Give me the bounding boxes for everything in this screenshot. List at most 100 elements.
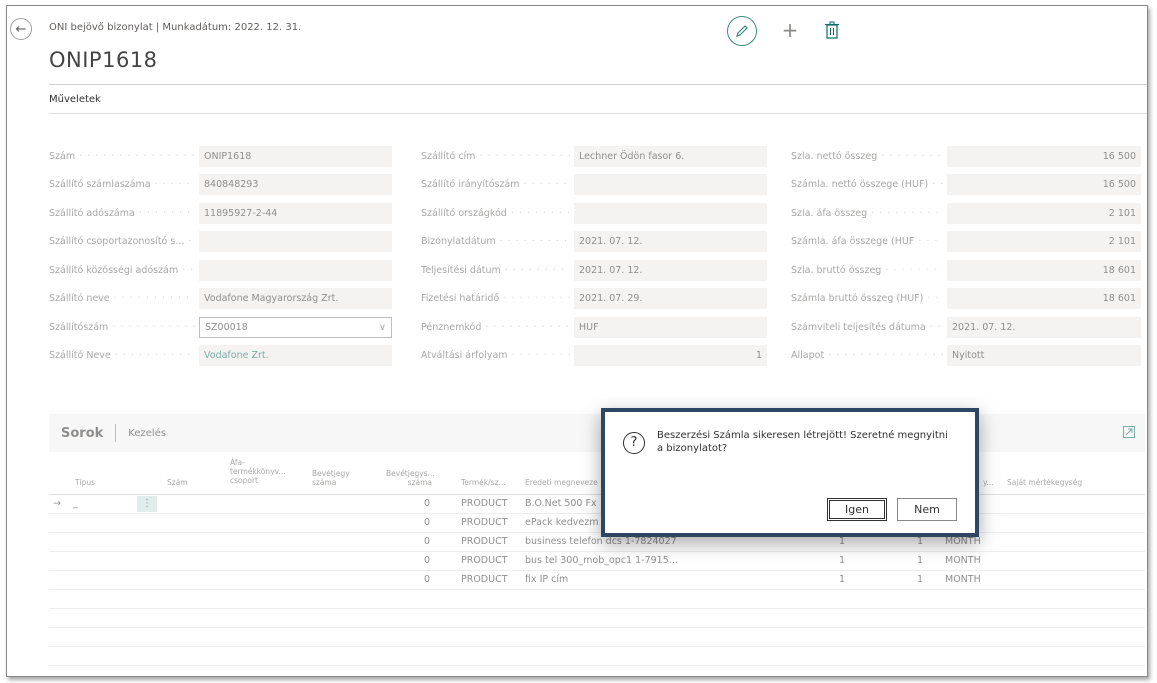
field-label: Szla. áfa összeg · · · · · · · · · · · ·… [791,207,943,219]
cell-bevetjegys: 0 [424,498,431,509]
cell-termek: PRODUCT [461,498,508,509]
field-label: Szla. bruttó összeg · · · · · · · · · · … [791,264,943,276]
column-header-afa[interactable]: Áfa-termékkönyv... csoport [230,458,294,485]
field-value[interactable]: Vodafone Magyarország Zrt. [199,288,392,310]
question-icon: ? [623,432,645,454]
field-label: Szállító közösségi adószám · · · · · · ·… [49,264,195,276]
field-value[interactable] [574,202,767,224]
yes-button[interactable]: Igen [827,498,887,521]
delete-icon[interactable] [825,21,839,39]
field-row: Szállító cím · · · · · · · · · · · · · ·… [421,142,767,171]
field-value[interactable]: 2021. 07. 12. [574,259,767,281]
field-label: Szállító cím · · · · · · · · · · · · · ·… [421,150,570,162]
field-value[interactable]: ONIP1618 [199,145,392,167]
field-value[interactable]: 16 500 [947,174,1141,196]
cell-bevetjegys: 0 [424,536,431,547]
cell-termek: PRODUCT [461,536,508,547]
column-header-bevetjegy[interactable]: Bevétjegy száma [312,469,356,487]
table-row[interactable] [49,609,1145,628]
field-value[interactable]: 18 601 [947,259,1141,281]
field-label: Bizonylatdátum · · · · · · · · · · · · ·… [421,236,570,248]
table-row[interactable] [49,590,1145,609]
tab-kezeles[interactable]: Kezelés [128,428,166,439]
cell-quantity: 1 [839,536,846,547]
field-value[interactable]: 2021. 07. 29. [574,288,767,310]
table-row[interactable] [49,628,1145,647]
field-label: Számla. áfa összege (HUF · · · · · · · ·… [791,236,943,248]
field-column-1: Szám · · · · · · · · · · · · · · · · · ·… [49,142,394,370]
cell-termek: PRODUCT [461,555,508,566]
back-arrow-icon[interactable]: ← [10,18,32,40]
field-row: Teljesítési dátum · · · · · · · · · · · … [421,256,767,285]
field-value[interactable]: 2021. 07. 12. [574,231,767,253]
pencil-icon [736,25,748,37]
column-header-bevetjegys[interactable]: Bevétjegys... száma [386,469,435,487]
chevron-down-icon: ∨ [379,321,386,333]
lines-header: Sorok Kezelés [49,414,1145,452]
column-header-y[interactable]: y... [983,478,994,487]
add-icon[interactable]: + [779,18,801,42]
field-row: Szla. nettó összeg · · · · · · · · · · ·… [791,142,1141,171]
field-label: Számla. nettó összege (HUF) · · · · · · … [791,179,943,191]
field-value[interactable]: 18 601 [947,288,1141,310]
column-header-sajat[interactable]: Saját mértékegység [1007,478,1082,487]
field-value[interactable]: Lechner Ödön fasor 6. [574,145,767,167]
cell-eredeti: B.O.Net 500 Fx [525,498,597,509]
field-label: Szállító országkód · · · · · · · · · · ·… [421,207,570,219]
page-title: ONIP1618 [49,48,158,72]
field-value[interactable]: 2 101 [947,231,1141,253]
confirm-dialog: ? Beszerzési Számla sikeresen létrejött!… [601,408,979,537]
field-label: Teljesítési dátum · · · · · · · · · · · … [421,264,570,276]
field-row: Szállító országkód · · · · · · · · · · ·… [421,199,767,228]
field-row: Fizetési határidő · · · · · · · · · · · … [421,285,767,314]
field-label: Fizetési határidő · · · · · · · · · · · … [421,293,570,305]
no-button[interactable]: Nem [897,498,957,521]
cell-quantity: 1 [917,574,924,585]
field-value[interactable]: 11895927-2-44 [199,202,392,224]
tab-muveletek[interactable]: Műveletek [49,94,101,105]
expand-icon[interactable] [1123,426,1135,438]
table-row[interactable]: 0PRODUCTePack kedvezmH [49,514,1145,533]
row-menu-icon[interactable]: ⋮ [137,496,157,512]
field-row: Szállító Neve · · · · · · · · · · · · · … [49,342,394,371]
field-label: Számla bruttó összeg (HUF) · · · · · · ·… [791,293,943,305]
app-window: ← ONI bejövő bizonylat | Munkadátum: 202… [6,5,1148,677]
column-header-eredeti[interactable]: Eredeti megneveze [525,478,598,487]
table-row[interactable]: 0 PRODUCT business telefon dcs 1-7824027 1 1… [49,533,1145,552]
field-row: Számla bruttó összeg (HUF) · · · · · · ·… [791,285,1141,314]
field-value[interactable]: Nyitott [947,345,1141,367]
field-row: Szállító közösségi adószám · · · · · · ·… [49,256,394,285]
field-label: Szám · · · · · · · · · · · · · · · · · · [49,150,195,162]
column-header-termek[interactable]: Termék/sz... [461,478,506,487]
general-fasttab: Szám · · · · · · · · · · · · · · · · · ·… [49,142,1147,372]
breadcrumb: ONI bejövő bizonylat | Munkadátum: 2022.… [49,22,302,33]
field-value[interactable] [199,259,392,281]
lines-title[interactable]: Sorok [61,426,103,441]
field-value[interactable]: HUF [574,316,767,338]
field-value[interactable] [199,231,392,253]
field-label: Szállítószám · · · · · · · · · · · · · ·… [49,321,195,333]
table-row[interactable]: →_0PRODUCTB.O.Net 500 FxH⋮ [49,495,1145,514]
field-value[interactable]: 840848293 [199,174,392,196]
edit-button[interactable] [727,16,757,46]
field-value[interactable]: Vodafone Zrt. [199,345,392,367]
field-row: Szállító adószáma · · · · · · · · · · · … [49,199,394,228]
lines-part: Sorok Kezelés Típus Szám Áfa-termékkönyv… [49,414,1145,674]
table-row[interactable]: 0 PRODUCT bus tel 300_mob_opc1 1-7915... 1 1… [49,552,1145,571]
table-row[interactable] [49,647,1145,666]
field-row: Állapot · · · · · · · · · · · · · · · · … [791,342,1141,371]
field-label: Állapot · · · · · · · · · · · · · · · · … [791,350,943,362]
row-arrow-icon: → [53,498,61,509]
column-header-szam[interactable]: Szám [167,478,188,487]
cell-quantity: 1 [839,555,846,566]
cell-bevetjegys: 0 [424,574,431,585]
vendor-no-select[interactable]: SZ00018 ∨ [199,316,392,338]
field-value[interactable]: 2021. 07. 12. [947,316,1141,338]
field-value[interactable] [574,174,767,196]
field-value[interactable]: 16 500 [947,145,1141,167]
column-header-tipus[interactable]: Típus [75,478,95,487]
field-value[interactable]: 1 [574,345,767,367]
field-value[interactable]: 2 101 [947,202,1141,224]
field-row: Szállítószám · · · · · · · · · · · · · ·… [49,313,394,342]
table-row[interactable]: 0 PRODUCT fix IP cím 1 1 MONTH [49,571,1145,590]
